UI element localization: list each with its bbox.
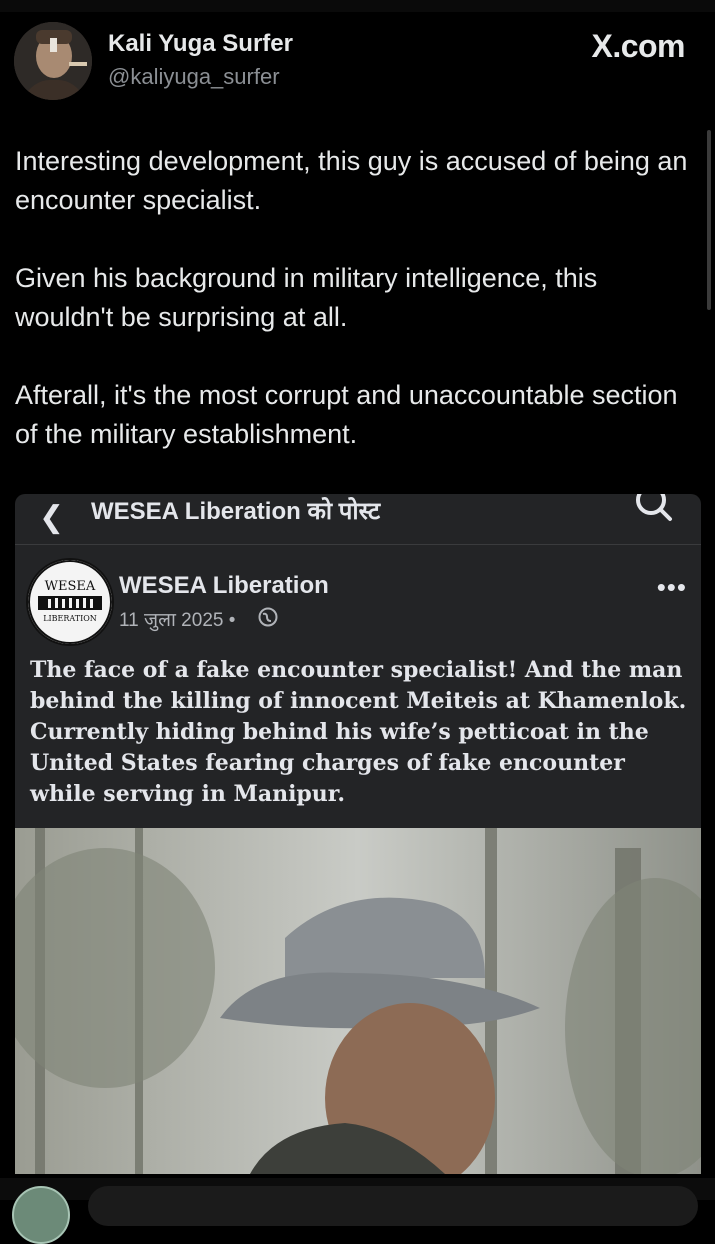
svg-text:WESEA: WESEA (45, 579, 96, 594)
tweet-paragraph: Given his background in military intelli… (15, 263, 598, 332)
tweet-paragraph: Afterall, it's the most corrupt and unac… (15, 380, 678, 449)
globe-icon (258, 607, 278, 627)
author-handle[interactable]: @kaliyuga_surfer (108, 64, 280, 90)
post-date: 11 जुला 2025 • (119, 610, 236, 631)
fb-header-title: WESEA Liberation को पोस्ट (91, 498, 381, 525)
user-avatar[interactable] (12, 1186, 70, 1244)
post-text: The face of a fake encounter specialist!… (30, 657, 687, 807)
svg-text:LIBERATION: LIBERATION (43, 614, 97, 623)
page-avatar[interactable]: WESEA LIBERATION (26, 558, 114, 646)
scrollbar[interactable] (707, 130, 711, 310)
more-options-icon[interactable]: ••• (657, 572, 687, 603)
status-strip (0, 0, 715, 12)
x-logo: X.com (591, 28, 685, 64)
post-photo[interactable] (15, 828, 701, 1174)
wesea-logo-icon: WESEA LIBERATION (28, 560, 112, 644)
profile-photo-icon (14, 22, 92, 100)
reply-input[interactable] (88, 1186, 698, 1226)
author-name[interactable]: Kali Yuga Surfer (108, 30, 293, 58)
embedded-facebook-screenshot[interactable]: ❮ WESEA Liberation को पोस्ट WESEA LIBERA… (15, 494, 701, 1174)
page-name[interactable]: WESEA Liberation (119, 572, 329, 600)
fb-header: ❮ WESEA Liberation को पोस्ट (15, 494, 701, 545)
tweet-text: Interesting development, this guy is acc… (15, 142, 695, 493)
search-icon[interactable] (631, 494, 675, 524)
tweet-paragraph: Interesting development, this guy is acc… (15, 146, 688, 215)
author-avatar[interactable] (14, 22, 92, 100)
back-arrow-icon[interactable]: ❮ (39, 500, 64, 535)
